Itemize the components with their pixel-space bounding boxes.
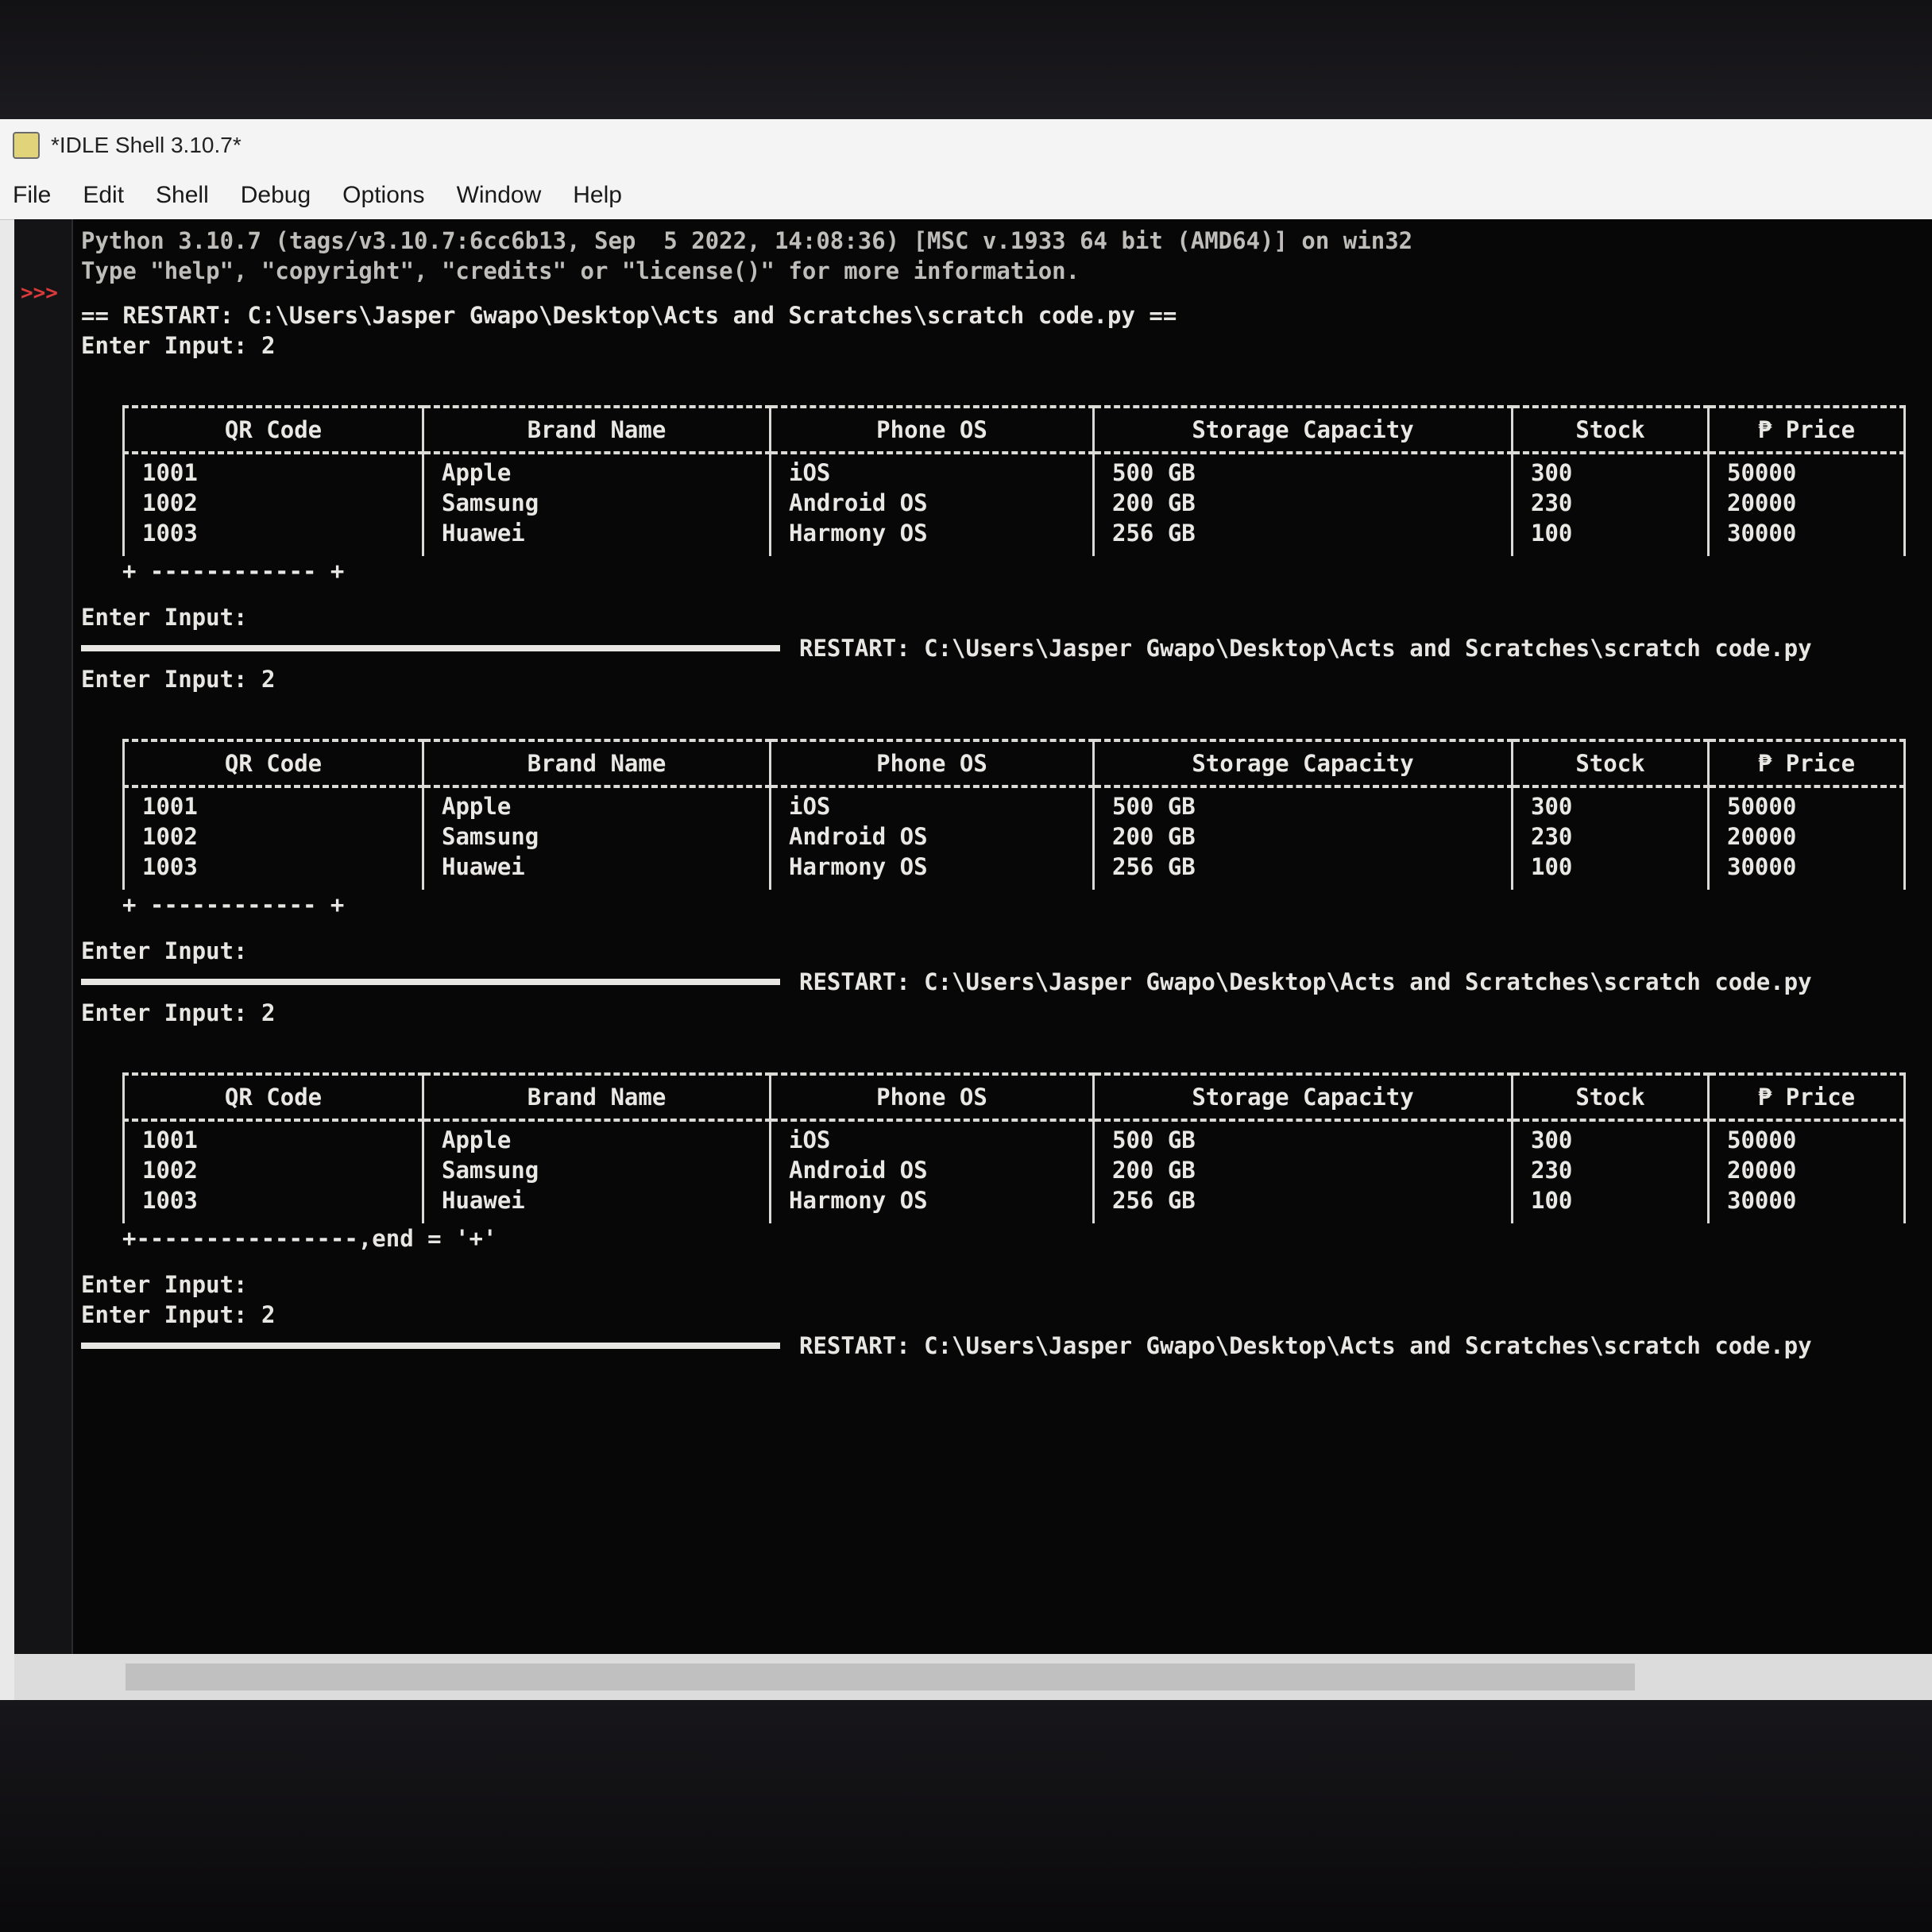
enter-input-line: Enter Input: 2	[81, 332, 276, 359]
help-banner: Type "help", "copyright", "credits" or "…	[81, 257, 1080, 284]
cell-price: 50000 20000 30000	[1707, 786, 1906, 890]
monitor-top-bezel	[0, 0, 1932, 119]
menu-help[interactable]: Help	[557, 182, 638, 209]
cell-brands: Apple Samsung Huawei	[422, 1120, 771, 1223]
python-idle-icon	[13, 132, 40, 159]
menu-shell[interactable]: Shell	[140, 182, 225, 209]
header-qr-code: QR Code	[122, 405, 423, 454]
enter-input-line: Enter Input: 2	[81, 666, 276, 693]
header-stock: Stock	[1511, 739, 1709, 788]
header-phone-os: Phone OS	[769, 739, 1094, 788]
table-header-row: QR Code Brand Name Phone OS Storage Capa…	[122, 739, 1906, 788]
cell-storage: 500 GB 200 GB 256 GB	[1092, 453, 1513, 556]
scrollbar-thumb[interactable]	[126, 1663, 1635, 1690]
header-qr-code: QR Code	[122, 1072, 423, 1122]
enter-input-prompt: Enter Input:	[81, 937, 248, 964]
header-storage-capacity: Storage Capacity	[1092, 739, 1513, 788]
menu-debug[interactable]: Debug	[225, 182, 327, 209]
header-stock: Stock	[1511, 405, 1709, 454]
cell-price: 50000 20000 30000	[1707, 1120, 1906, 1223]
cell-price: 50000 20000 30000	[1707, 453, 1906, 556]
horizontal-scrollbar[interactable]	[14, 1654, 1932, 1700]
header-price: ₱ Price	[1707, 405, 1906, 454]
enter-input-prompt: Enter Input:	[81, 604, 248, 631]
header-brand-name: Brand Name	[422, 739, 771, 788]
cell-brands: Apple Samsung Huawei	[422, 453, 771, 556]
product-table: QR Code Brand Name Phone OS Storage Capa…	[122, 405, 1906, 556]
cell-stock: 300 230 100	[1511, 1120, 1709, 1223]
cell-stock: 300 230 100	[1511, 786, 1709, 890]
header-storage-capacity: Storage Capacity	[1092, 1072, 1513, 1122]
python-banner: Python 3.10.7 (tags/v3.10.7:6cc6b13, Sep…	[81, 227, 1413, 254]
menu-file[interactable]: File	[0, 182, 67, 209]
header-phone-os: Phone OS	[769, 1072, 1094, 1122]
product-table: QR Code Brand Name Phone OS Storage Capa…	[122, 739, 1906, 890]
prompt-gutter: >>>	[14, 219, 73, 1654]
header-qr-code: QR Code	[122, 739, 423, 788]
table-header-row: QR Code Brand Name Phone OS Storage Capa…	[122, 405, 1906, 454]
table-row: 1001 1002 1003 Apple Samsung Huawei iOS Andro…	[122, 786, 1906, 890]
enter-input-prompt: Enter Input:	[81, 1271, 248, 1298]
cell-storage: 500 GB 200 GB 256 GB	[1092, 1120, 1513, 1223]
cell-stock: 300 230 100	[1511, 453, 1709, 556]
header-brand-name: Brand Name	[422, 405, 771, 454]
restart-separator: RESTART: C:\Users\Jasper Gwapo\Desktop\A…	[81, 1330, 1932, 1362]
header-brand-name: Brand Name	[422, 1072, 771, 1122]
idle-shell-window: *IDLE Shell 3.10.7* File Edit Shell Debu…	[0, 119, 1932, 1819]
shell-output[interactable]: >>> Python 3.10.7 (tags/v3.10.7:6cc6b13,…	[14, 219, 1932, 1654]
cell-qr-codes: 1001 1002 1003	[122, 453, 423, 556]
enter-input-line: Enter Input: 2	[81, 1301, 276, 1328]
title-bar: *IDLE Shell 3.10.7*	[0, 119, 1932, 172]
enter-input-line: Enter Input: 2	[81, 999, 276, 1026]
header-stock: Stock	[1511, 1072, 1709, 1122]
menu-bar: File Edit Shell Debug Options Window Hel…	[0, 172, 1932, 220]
table-row: 1001 1002 1003 Apple Samsung Huawei iOS Andro…	[122, 1120, 1906, 1223]
shell-prompt: >>>	[21, 281, 58, 305]
table-row: 1001 1002 1003 Apple Samsung Huawei iOS Andro…	[122, 453, 1906, 556]
menu-edit[interactable]: Edit	[67, 182, 140, 209]
header-phone-os: Phone OS	[769, 405, 1094, 454]
shell-text[interactable]: Python 3.10.7 (tags/v3.10.7:6cc6b13, Sep…	[81, 226, 1932, 1654]
cell-qr-codes: 1001 1002 1003	[122, 1120, 423, 1223]
table-footer: + ------------ +	[122, 891, 345, 918]
product-table: QR Code Brand Name Phone OS Storage Capa…	[122, 1072, 1906, 1223]
menu-window[interactable]: Window	[441, 182, 558, 209]
menu-options[interactable]: Options	[327, 182, 440, 209]
cell-storage: 500 GB 200 GB 256 GB	[1092, 786, 1513, 890]
restart-separator: RESTART: C:\Users\Jasper Gwapo\Desktop\A…	[81, 632, 1932, 664]
cell-os: iOS Android OS Harmony OS	[769, 1120, 1094, 1223]
cell-brands: Apple Samsung Huawei	[422, 786, 771, 890]
table-footer: + ------------ +	[122, 558, 345, 585]
table-footer: +----------------,end = '+'	[122, 1225, 497, 1252]
cell-os: iOS Android OS Harmony OS	[769, 786, 1094, 890]
header-price: ₱ Price	[1707, 739, 1906, 788]
window-title: *IDLE Shell 3.10.7*	[51, 133, 242, 157]
cell-qr-codes: 1001 1002 1003	[122, 786, 423, 890]
cell-os: iOS Android OS Harmony OS	[769, 453, 1094, 556]
restart-separator: RESTART: C:\Users\Jasper Gwapo\Desktop\A…	[81, 966, 1932, 998]
monitor-bottom-bezel	[0, 1700, 1932, 1932]
header-price: ₱ Price	[1707, 1072, 1906, 1122]
header-storage-capacity: Storage Capacity	[1092, 405, 1513, 454]
restart-line: == RESTART: C:\Users\Jasper Gwapo\Deskto…	[81, 302, 1177, 329]
table-header-row: QR Code Brand Name Phone OS Storage Capa…	[122, 1072, 1906, 1122]
